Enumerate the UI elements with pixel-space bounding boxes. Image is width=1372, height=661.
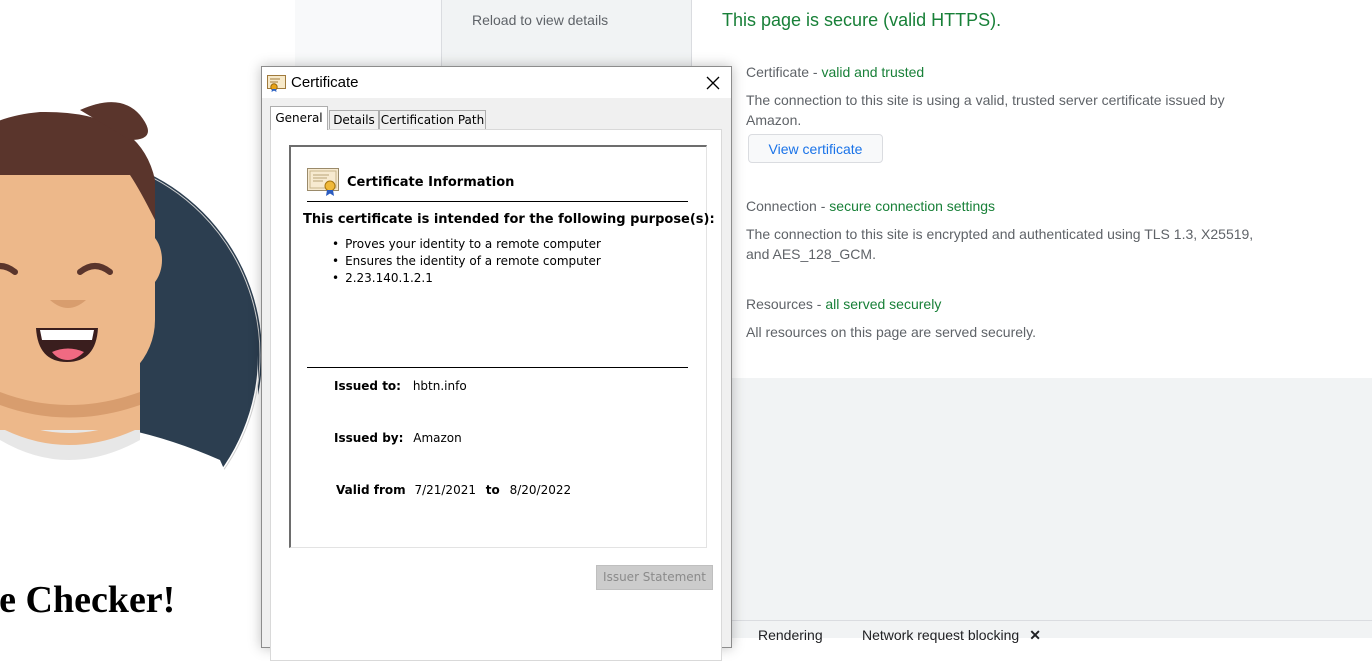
issued-by-field: Issued by: Amazon [334,431,462,445]
resources-status: all served securely [825,296,942,312]
resources-description: All resources on this page are served se… [746,324,1036,340]
reload-hint: Reload to view details [472,12,609,28]
security-origin-column [442,0,692,66]
certificate-info-heading: Certificate Information [347,175,515,190]
certificate-separator: - [809,64,822,80]
resources-label: Resources [746,296,813,312]
general-tab-panel: Certificate Information This certificate… [270,129,722,661]
connection-section: Connection - secure connection settings … [746,198,1266,264]
tab-details[interactable]: Details [329,110,379,129]
valid-from-value: 7/21/2021 [414,483,476,497]
close-icon[interactable]: ✕ [1029,627,1041,643]
purpose-title: This certificate is intended for the fol… [303,212,715,227]
validity-field: Valid from 7/21/2021 to 8/20/2022 [336,483,571,497]
tab-certification-path[interactable]: Certification Path [379,110,486,129]
certificate-icon [267,74,287,95]
valid-to-label: to [485,483,500,497]
certificate-label: Certificate [746,64,810,80]
certificate-status: valid and trusted [821,64,925,80]
certificate-section: Certificate - valid and trusted The conn… [746,64,1266,130]
page-content: he Checker! [0,0,295,638]
issued-to-field: Issued to: hbtn.info [334,379,467,393]
issuer-statement-button[interactable]: Issuer Statement [596,565,713,590]
certificate-info-box: Certificate Information This certificate… [289,145,715,548]
avatar-illustration [0,100,280,557]
resources-separator: - [812,296,826,312]
resources-section: Resources - all served securely All reso… [746,296,1266,342]
divider [307,201,688,202]
issued-by-label: Issued by: [334,431,404,445]
valid-from-label: Valid from [336,483,406,497]
valid-to-value: 8/20/2022 [509,483,572,497]
page-title: he Checker! [0,579,176,621]
security-nav-column [295,0,442,66]
dialog-title: Certificate [291,74,359,91]
connection-description: The connection to this site is encrypted… [746,226,1254,262]
drawer-tab-label: Network request blocking [862,627,1020,643]
drawer-tab-rendering[interactable]: Rendering [758,627,823,643]
issued-to-label: Issued to: [334,379,401,393]
certificate-icon [307,166,341,199]
security-summary-title: This page is secure (valid HTTPS). [722,10,1002,30]
close-icon [706,76,720,89]
dialog-titlebar: Certificate [262,67,731,98]
purpose-item: 2.23.140.1.2.1 [332,270,601,287]
tab-general[interactable]: General [270,106,328,130]
connection-separator: - [816,198,830,214]
dialog-close-button[interactable] [695,67,731,98]
drawer-tab-network-request-blocking[interactable]: Network request blocking ✕ [862,627,1041,644]
issued-by-value: Amazon [413,431,462,445]
connection-label: Connection [746,198,817,214]
certificate-description: The connection to this site is using a v… [746,92,1225,128]
connection-status: secure connection settings [829,198,996,214]
divider [307,367,688,368]
purpose-item: Proves your identity to a remote compute… [332,236,601,253]
purpose-item: Ensures the identity of a remote compute… [332,253,601,270]
view-certificate-button[interactable]: View certificate [748,134,883,163]
issued-to-value: hbtn.info [412,379,467,393]
drawer-divider [725,620,1372,621]
purpose-list: Proves your identity to a remote compute… [332,236,601,287]
certificate-dialog: Certificate General Details Certificatio… [261,66,732,661]
